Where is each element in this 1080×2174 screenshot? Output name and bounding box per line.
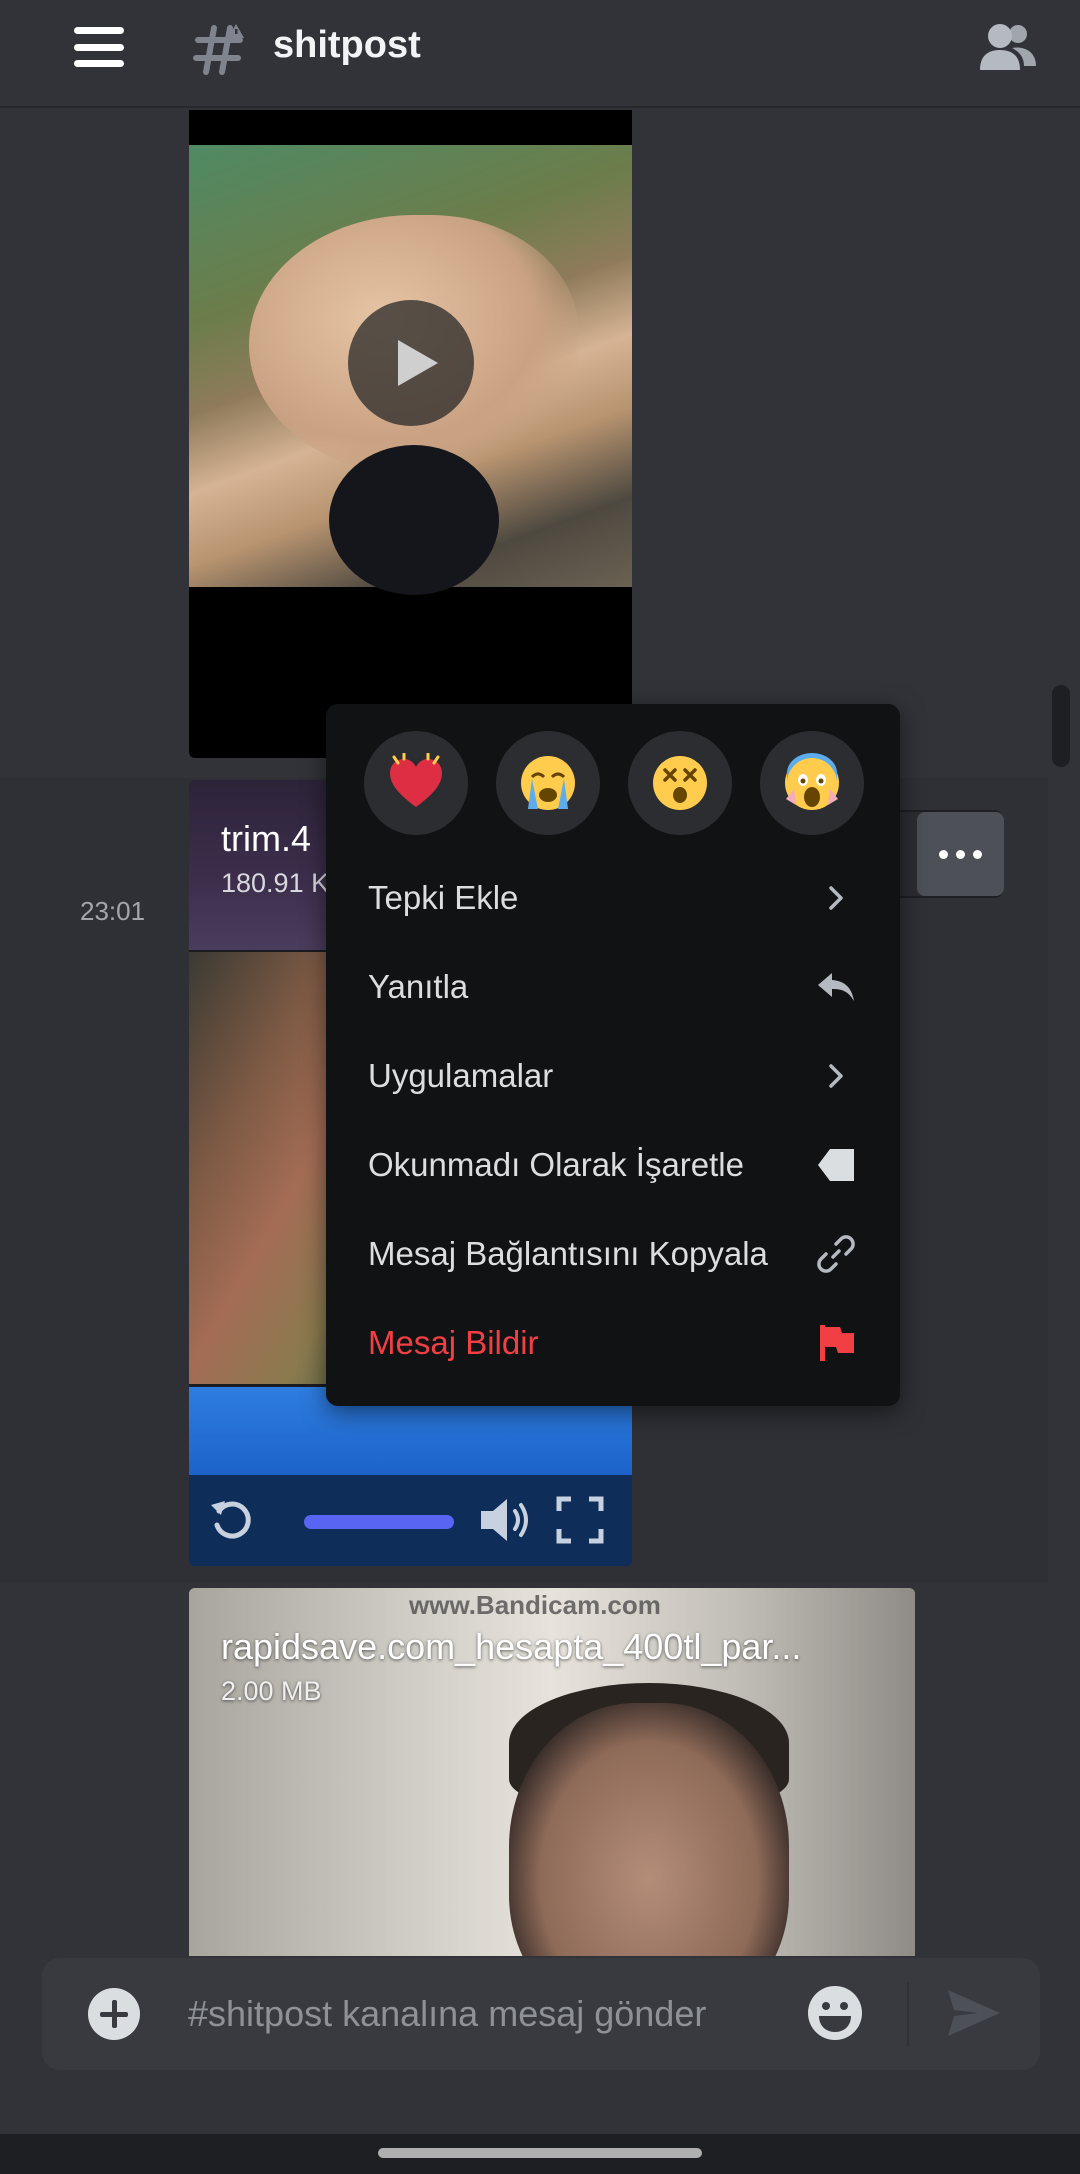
screaming-emoji-icon[interactable] [760, 731, 864, 835]
message-timestamp: 23:01 [80, 896, 146, 926]
menu-item-mark-unread[interactable]: Okunmadı Olarak İşaretle [368, 1135, 858, 1195]
menu-item-apps[interactable]: Uygulamalar [368, 1046, 858, 1106]
file-name: trim.4 [221, 818, 311, 859]
system-navigation-bar [0, 2134, 1080, 2174]
channel-name: shitpost [273, 24, 421, 66]
reply-icon [814, 965, 858, 1009]
chevron-right-icon [814, 876, 858, 920]
fullscreen-icon[interactable] [555, 1495, 605, 1545]
add-attachment-button[interactable] [88, 1988, 140, 2040]
file-size: 2.00 MB [221, 1676, 322, 1706]
message-context-menu: Tepki Ekle Yanıtla Uygulamalar Okunmadı … [326, 704, 900, 1406]
video-attachment[interactable]: www.Bandicam.com rapidsave.com_hesapta_4… [189, 1588, 915, 1956]
file-size: 180.91 K [221, 868, 330, 898]
mark-unread-icon [814, 1143, 858, 1187]
chevron-right-icon [814, 1054, 858, 1098]
seek-bar[interactable] [304, 1515, 454, 1529]
menu-item-add-reaction[interactable]: Tepki Ekle [368, 868, 858, 928]
video-controls [189, 1475, 632, 1566]
hamburger-icon[interactable] [74, 27, 124, 67]
menu-item-reply[interactable]: Yanıtla [368, 957, 858, 1017]
more-options-button[interactable] [917, 812, 1004, 896]
home-gesture-bar[interactable] [378, 2148, 702, 2158]
emoji-picker-icon[interactable] [806, 1984, 864, 2042]
video-attachment[interactable] [189, 110, 632, 758]
discord-app: shitpost 23:01 trim.4 180.91 K www.Bandi… [0, 0, 1080, 2174]
video-watermark: www.Bandicam.com [409, 1590, 661, 1620]
menu-item-report-message[interactable]: Mesaj Bildir [368, 1313, 858, 1373]
scrollbar[interactable] [1052, 685, 1070, 767]
flag-icon [814, 1321, 858, 1365]
dizzy-face-emoji-icon[interactable] [628, 731, 732, 835]
message-input[interactable] [188, 1986, 803, 2042]
more-dots-icon [939, 849, 982, 859]
volume-icon[interactable] [477, 1493, 533, 1547]
quick-reactions [364, 731, 864, 835]
menu-item-copy-link[interactable]: Mesaj Bağlantısını Kopyala [368, 1224, 858, 1284]
members-icon[interactable] [978, 20, 1038, 76]
play-icon[interactable] [348, 300, 474, 426]
replay-icon[interactable] [207, 1495, 257, 1545]
channel-header: shitpost [0, 0, 1080, 108]
loudly-crying-emoji-icon[interactable] [496, 731, 600, 835]
text-channel-hash-icon [193, 24, 244, 75]
message-composer [42, 1958, 1040, 2070]
heart-emoji-icon[interactable] [364, 731, 468, 835]
link-icon [814, 1232, 858, 1276]
send-icon[interactable] [944, 1984, 1004, 2042]
file-name: rapidsave.com_hesapta_400tl_par... [221, 1626, 802, 1667]
